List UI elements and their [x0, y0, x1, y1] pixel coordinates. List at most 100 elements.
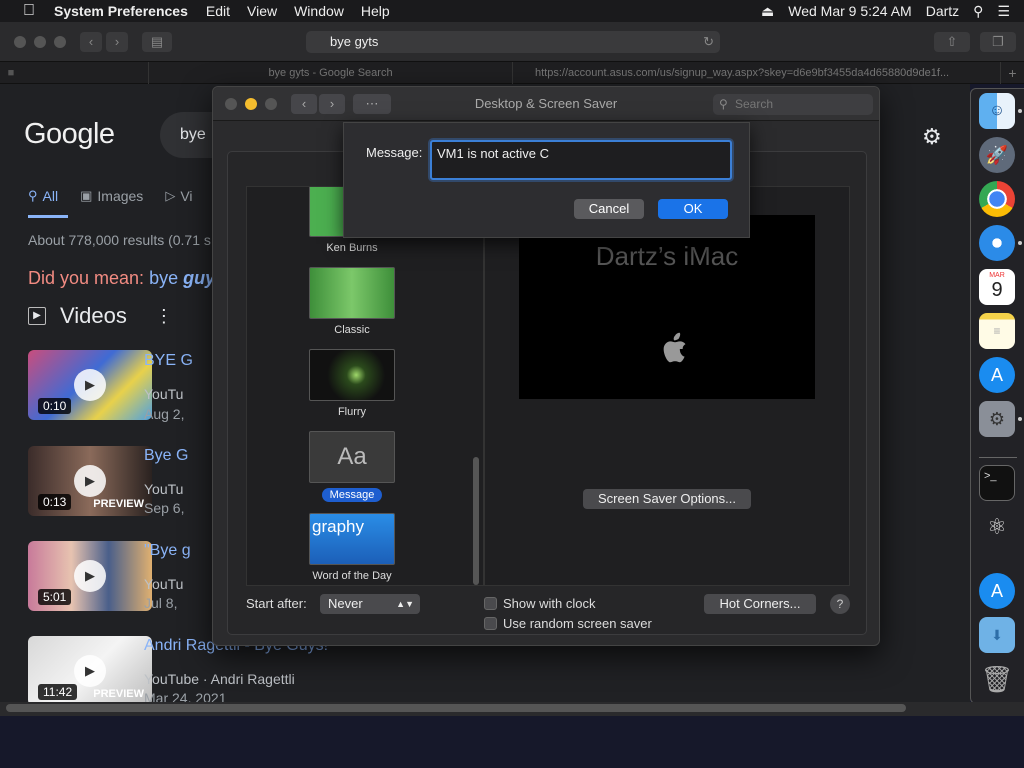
- horizontal-scrollbar[interactable]: [6, 704, 906, 712]
- finder-icon[interactable]: ☺: [979, 93, 1015, 129]
- app-store-downloads-icon[interactable]: A: [979, 573, 1015, 609]
- ok-button[interactable]: OK: [658, 199, 728, 219]
- saver-classic[interactable]: Classic: [307, 267, 397, 336]
- clock[interactable]: Wed Mar 9 5:24 AM: [788, 3, 911, 19]
- notification-center-icon[interactable]: ☰: [997, 3, 1010, 20]
- trash-icon[interactable]: 🗑: [979, 661, 1015, 697]
- hot-corners-button[interactable]: Hot Corners...: [704, 594, 816, 614]
- image-icon: ▣: [80, 188, 93, 203]
- did-you-mean-label: Did you mean:: [28, 268, 145, 288]
- notes-icon[interactable]: ≡: [979, 313, 1015, 349]
- video-date: Aug 2,: [144, 406, 185, 422]
- video-result[interactable]: ▶ 0:10: [28, 350, 158, 420]
- dock-separator: [979, 457, 1017, 458]
- list-scrollbar[interactable]: [473, 457, 479, 585]
- menu-view[interactable]: View: [247, 3, 277, 19]
- menu-window[interactable]: Window: [294, 3, 344, 19]
- checkbox-box[interactable]: [484, 617, 497, 630]
- eject-icon[interactable]: ⏏: [761, 3, 774, 20]
- new-tab-icon[interactable]: +: [1000, 62, 1024, 84]
- system-preferences-icon[interactable]: ⚙: [979, 401, 1015, 437]
- video-thumbnail[interactable]: ▶ 0:10: [28, 350, 152, 420]
- spotlight-icon[interactable]: ⚲: [973, 3, 983, 20]
- share-icon[interactable]: ⇧: [934, 32, 970, 52]
- video-duration: 11:42: [38, 684, 78, 700]
- video-title[interactable]: Bye G: [144, 447, 188, 465]
- menu-help[interactable]: Help: [361, 3, 390, 19]
- video-title[interactable]: BYE G: [144, 352, 193, 370]
- calendar-icon[interactable]: MAR 9: [979, 269, 1015, 305]
- saver-message[interactable]: Aa Message: [307, 431, 397, 503]
- message-input[interactable]: VM1 is not active C: [430, 140, 732, 180]
- video-date: Jul 8,: [144, 595, 178, 611]
- did-you-mean-link[interactable]: bye guy: [149, 268, 215, 288]
- tab-all[interactable]: ⚲ All: [28, 188, 58, 204]
- video-result[interactable]: ▶ 11:42 PREVIEW: [28, 636, 158, 704]
- video-title[interactable]: "Bye g: [144, 542, 191, 560]
- running-indicator: [1018, 109, 1022, 113]
- tab-asus[interactable]: https://account.asus.com/us/signup_way.a…: [512, 62, 1000, 84]
- cancel-button[interactable]: Cancel: [574, 199, 644, 219]
- results-count: About 778,000 results (0.71 s: [28, 232, 211, 248]
- downloads-folder-icon[interactable]: ⬇: [979, 617, 1015, 653]
- google-search-input[interactable]: bye: [160, 112, 220, 158]
- terminal-icon[interactable]: >_: [979, 465, 1015, 501]
- tab-images-label: Images: [97, 188, 144, 204]
- video-result[interactable]: ▶ 5:01: [28, 541, 158, 611]
- tab-images[interactable]: ▣ Images: [80, 188, 143, 204]
- more-options-icon[interactable]: ⋮: [155, 306, 173, 327]
- safari-icon[interactable]: [979, 225, 1015, 261]
- saver-flurry[interactable]: Flurry: [307, 349, 397, 418]
- play-icon[interactable]: ▶: [74, 655, 106, 687]
- automator-icon[interactable]: ⚛: [979, 509, 1015, 545]
- app-store-icon[interactable]: A: [979, 357, 1015, 393]
- video-result[interactable]: ▶ 0:13 PREVIEW: [28, 446, 158, 516]
- apple-menu-icon[interactable]: : [18, 2, 40, 20]
- minimize-icon[interactable]: [34, 36, 46, 48]
- start-after-select[interactable]: Never ▲▼: [320, 594, 420, 614]
- zoom-icon[interactable]: [54, 36, 66, 48]
- message-sheet: Message: VM1 is not active C Cancel OK: [343, 122, 750, 238]
- preferences-search-input[interactable]: ⚲ Search: [713, 94, 873, 115]
- play-icon[interactable]: ▶: [74, 369, 106, 401]
- use-random-checkbox[interactable]: Use random screen saver: [484, 616, 652, 631]
- menu-extras: ⏏ Wed Mar 9 5:24 AM Dartz ⚲ ☰: [761, 0, 1024, 22]
- gear-icon[interactable]: ⚙: [922, 124, 942, 150]
- app-menu[interactable]: System Preferences: [54, 3, 188, 19]
- screen-saver-list[interactable]: Ken Burns Classic Flurry Aa Message grap…: [246, 186, 484, 586]
- tab-google[interactable]: bye gyts - Google Search: [148, 62, 512, 84]
- address-bar[interactable]: bye gyts ↻: [306, 31, 720, 53]
- window-titlebar[interactable]: ‹ › ⋯ Desktop & Screen Saver ⚲ Search: [213, 87, 879, 121]
- saver-label: Word of the Day: [312, 570, 392, 582]
- google-logo[interactable]: Google: [24, 118, 115, 151]
- video-thumbnail[interactable]: ▶ 11:42 PREVIEW: [28, 636, 152, 704]
- tab-pin-icon[interactable]: ■: [0, 62, 22, 84]
- reload-icon[interactable]: ↻: [703, 31, 714, 53]
- launchpad-icon[interactable]: 🚀: [979, 137, 1015, 173]
- message-label: Message:: [366, 145, 423, 160]
- video-thumbnail[interactable]: ▶ 5:01: [28, 541, 152, 611]
- checkbox-box[interactable]: [484, 597, 497, 610]
- forward-icon[interactable]: ›: [106, 32, 128, 52]
- video-thumbnail[interactable]: ▶ 0:13 PREVIEW: [28, 446, 152, 516]
- menu-edit[interactable]: Edit: [206, 3, 230, 19]
- did-you-mean: Did you mean: bye guy: [28, 268, 215, 289]
- tab-videos[interactable]: ▷ Vi: [165, 188, 192, 204]
- show-with-clock-checkbox[interactable]: Show with clock: [484, 596, 595, 611]
- start-after-label: Start after:: [246, 596, 307, 611]
- play-icon[interactable]: ▶: [74, 560, 106, 592]
- saver-word-of-the-day[interactable]: graphy Word of the Day: [307, 513, 397, 582]
- tab-videos-label: Vi: [180, 188, 193, 204]
- screen-saver-options-button[interactable]: Screen Saver Options...: [583, 489, 751, 509]
- user-menu[interactable]: Dartz: [926, 3, 959, 19]
- tabs-overview-icon[interactable]: ❐: [980, 32, 1016, 52]
- play-icon[interactable]: ▶: [74, 465, 106, 497]
- chrome-icon[interactable]: [979, 181, 1015, 217]
- back-icon[interactable]: ‹: [80, 32, 102, 52]
- help-button[interactable]: ?: [830, 594, 850, 614]
- video-duration: 0:13: [38, 494, 72, 510]
- running-indicator: [1018, 417, 1022, 421]
- close-icon[interactable]: [14, 36, 26, 48]
- search-icon: ⚲: [719, 97, 728, 111]
- sidebar-icon[interactable]: ▤: [142, 32, 172, 52]
